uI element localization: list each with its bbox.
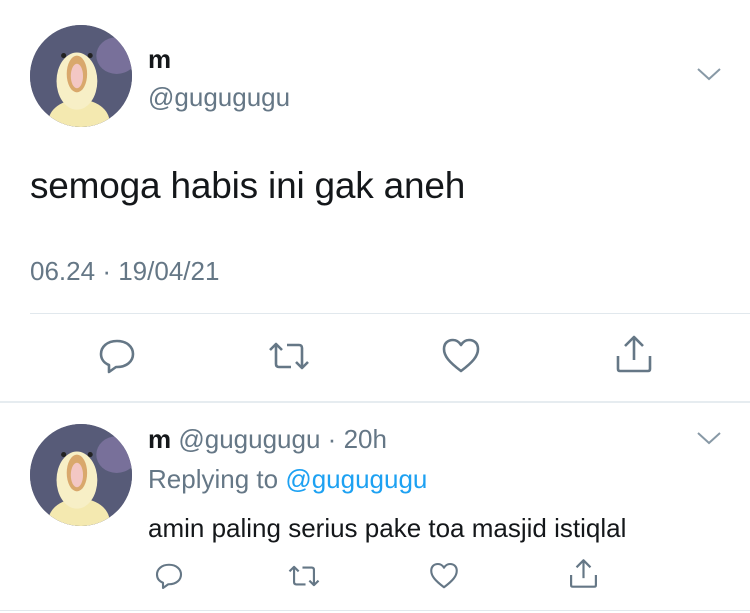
reply-share-button[interactable] [568,558,599,589]
replying-to-link[interactable]: @gugugugu [285,464,427,494]
tweet-text: semoga habis ini gak aneh [30,165,466,206]
retweet-button[interactable] [267,339,311,373]
reply-display-name[interactable]: m [148,424,171,454]
divider [30,313,750,314]
chevron-down-icon[interactable] [696,66,722,82]
reply-header: m @gugugugu · 20h [148,424,387,455]
tweet-time: 06.24 [30,256,96,286]
username-handle[interactable]: @gugugugu [148,82,290,113]
reply-chevron-down-icon[interactable] [696,430,722,446]
display-name[interactable]: m [148,44,171,75]
like-button[interactable] [441,337,481,375]
retweet-icon [269,342,309,370]
section-divider [0,401,750,403]
reply-retweet-button[interactable] [287,563,321,589]
reply-button[interactable] [97,337,137,375]
replying-to-line: Replying to @gugugugu [148,464,427,495]
share-button[interactable] [614,334,654,374]
reply-time-ago: 20h [343,424,387,454]
tweet-date: 19/04/21 [118,256,220,286]
tweet-timestamp: 06.24 · 19/04/21 [30,256,219,287]
reply-reply-button[interactable] [154,561,184,591]
share-icon [570,559,597,588]
reply-like-button[interactable] [429,561,459,591]
speech-bubble-icon [99,339,135,374]
avatar[interactable] [30,25,132,127]
heart-icon [442,338,480,373]
share-icon [616,335,652,373]
reply-tweet-text: amin paling serius pake toa masjid istiq… [148,513,627,543]
bottom-divider [0,610,750,611]
heart-icon [430,562,458,589]
speech-bubble-icon [155,563,183,590]
duck-avatar-image [30,424,132,526]
retweet-icon [288,565,320,587]
replying-to-label: Replying to [148,464,279,494]
duck-avatar-image [30,25,132,127]
reply-avatar[interactable] [30,424,132,526]
reply-username-handle[interactable]: @gugugugu [178,424,320,454]
reply-meta-separator: · [327,424,337,454]
meta-separator: · [102,256,111,286]
